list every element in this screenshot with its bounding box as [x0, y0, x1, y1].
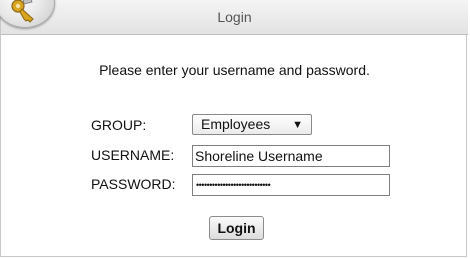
- title-bar: Login: [1, 0, 468, 35]
- password-masked-value: ••••••••••••••••••••••••••••: [196, 180, 271, 190]
- username-input[interactable]: [192, 145, 390, 167]
- login-instructions: Please enter your username and password.: [99, 62, 370, 78]
- group-select[interactable]: Employees ▼: [192, 114, 312, 135]
- password-input[interactable]: ••••••••••••••••••••••••••••: [192, 174, 390, 196]
- group-selected-value: Employees: [201, 116, 271, 132]
- dropdown-arrow-icon: ▼: [292, 119, 303, 131]
- key-icon-graphic: [11, 0, 34, 23]
- login-dialog: Login Please enter your username and pas…: [0, 0, 468, 257]
- password-label: PASSWORD:: [91, 176, 176, 192]
- group-label: GROUP:: [91, 117, 147, 133]
- login-button[interactable]: Login: [209, 216, 264, 240]
- dialog-title: Login: [217, 9, 252, 25]
- username-label: USERNAME:: [91, 147, 175, 163]
